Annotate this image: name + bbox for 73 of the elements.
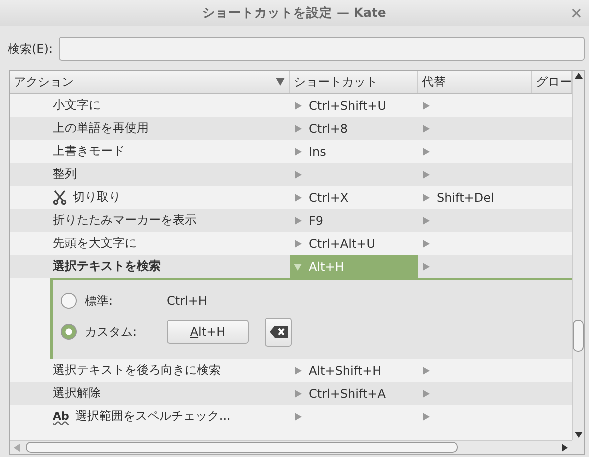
scroll-up-icon[interactable]	[574, 73, 582, 79]
column-header[interactable]: 代替	[418, 71, 532, 93]
backspace-icon	[270, 326, 288, 338]
action-name: 上書きモード	[53, 143, 125, 160]
expand-arrow-icon[interactable]	[294, 148, 302, 156]
table-row[interactable]: 選択解除 Ctrl+Shift+A	[10, 382, 572, 405]
action-name: 小文字に	[53, 97, 101, 114]
scroll-left-icon[interactable]	[14, 444, 20, 452]
shortcut-text: Ctrl+X	[309, 190, 349, 204]
scroll-down-icon[interactable]	[574, 432, 582, 438]
expand-arrow-icon[interactable]	[294, 194, 302, 202]
expand-arrow-icon[interactable]	[294, 240, 302, 248]
table-row[interactable]: 整列	[10, 163, 572, 186]
option-label: 標準:	[85, 292, 114, 310]
shortcut-text: F9	[309, 214, 324, 228]
shortcut-text: Ctrl+Shift+A	[309, 386, 386, 400]
expand-arrow-icon[interactable]	[422, 148, 430, 156]
action-name: 切り取り	[73, 189, 121, 206]
default-shortcut: Ctrl+H	[167, 294, 208, 308]
action-name: 選択テキストを検索	[53, 258, 161, 275]
scrollbar-thumb[interactable]	[573, 320, 584, 352]
expand-arrow-icon[interactable]	[294, 102, 302, 110]
shortcut-text: Alt+Shift+H	[309, 364, 382, 378]
vertical-scrollbar[interactable]	[572, 71, 584, 440]
expand-arrow-icon[interactable]	[422, 102, 430, 110]
expand-arrow-icon[interactable]	[422, 216, 430, 224]
expand-arrow-icon[interactable]	[422, 194, 430, 202]
shortcut-text: Alt+H	[309, 260, 344, 274]
expand-arrow-icon[interactable]	[422, 390, 430, 398]
expand-arrow-icon[interactable]	[422, 170, 430, 178]
shortcut-text: Ctrl+Alt+U	[309, 236, 376, 250]
expand-arrow-icon[interactable]	[294, 390, 302, 398]
expand-arrow-icon[interactable]	[294, 170, 302, 178]
sort-arrow-icon	[276, 78, 285, 86]
radio-button[interactable]	[61, 293, 77, 309]
window-title: ショートカットを設定 — Kate	[202, 4, 386, 22]
table-row[interactable]: 折りたたみマーカーを表示 F9	[10, 209, 572, 232]
column-header[interactable]: アクション	[10, 71, 290, 93]
action-name: 選択解除	[53, 385, 101, 402]
shortcut-text: Ctrl+8	[309, 122, 348, 136]
alternate-shortcut: Shift+Del	[437, 190, 494, 204]
option-label: カスタム:	[85, 324, 138, 340]
shortcut-text: Ins	[309, 144, 326, 158]
action-name: 選択テキストを後ろ向きに検索	[53, 362, 221, 379]
expand-arrow-icon[interactable]	[422, 262, 430, 270]
action-name: 先頭を大文字に	[53, 235, 137, 252]
expand-arrow-icon[interactable]	[294, 366, 302, 374]
radio-button[interactable]	[61, 324, 77, 340]
table-row[interactable]: 上の単語を再使用 Ctrl+8	[10, 117, 572, 140]
action-name: 整列	[53, 166, 77, 183]
expand-arrow-icon[interactable]	[422, 412, 430, 420]
shortcut-text: Ctrl+Shift+U	[309, 98, 387, 112]
horizontal-scrollbar[interactable]	[10, 440, 572, 454]
shortcut-key-button[interactable]: Alt+H	[167, 320, 249, 344]
expand-arrow-icon[interactable]	[294, 124, 302, 132]
collapse-arrow-icon[interactable]	[294, 262, 302, 270]
clear-button[interactable]	[265, 318, 292, 346]
search-field[interactable]	[59, 37, 585, 61]
action-name: 折りたたみマーカーを表示	[53, 212, 197, 229]
search-label: 検索(E):	[8, 40, 53, 58]
column-header[interactable]: ショートカット	[290, 71, 418, 93]
scrollbar-thumb[interactable]	[26, 442, 458, 453]
scroll-right-icon[interactable]	[562, 444, 568, 452]
action-name: 選択範囲をスペルチェック...	[75, 408, 231, 425]
expand-arrow-icon[interactable]	[294, 412, 302, 420]
scissors-icon	[53, 190, 67, 205]
expand-arrow-icon[interactable]	[422, 124, 430, 132]
expand-arrow-icon[interactable]	[422, 240, 430, 248]
table-row[interactable]: 選択テキストを検索 Alt+H	[10, 255, 572, 278]
action-name: 上の単語を再使用	[53, 120, 149, 137]
expand-arrow-icon[interactable]	[422, 366, 430, 374]
spellcheck-icon: Ab	[53, 410, 70, 423]
expand-arrow-icon[interactable]	[294, 216, 302, 224]
